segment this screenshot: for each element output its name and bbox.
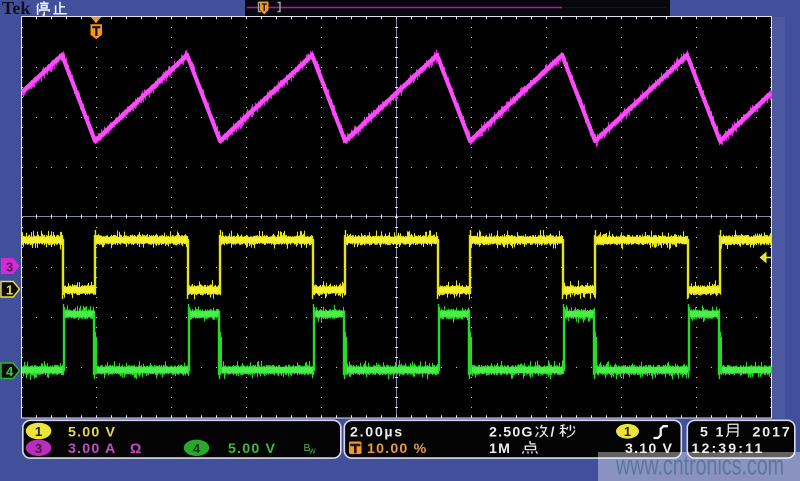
svg-text:1: 1 xyxy=(716,425,724,441)
svg-text:4: 4 xyxy=(6,364,14,379)
svg-text:2.00µs: 2.00µs xyxy=(350,425,404,441)
svg-text:3.00 A: 3.00 A xyxy=(68,441,116,457)
svg-text:Ω: Ω xyxy=(130,441,141,457)
svg-text:2017: 2017 xyxy=(753,425,792,441)
svg-text:W: W xyxy=(309,449,316,456)
svg-text:5.00 V: 5.00 V xyxy=(68,425,116,441)
svg-text:1: 1 xyxy=(6,283,13,298)
svg-text:3: 3 xyxy=(6,260,13,275)
svg-text:5.00 V: 5.00 V xyxy=(228,441,276,457)
svg-text:1: 1 xyxy=(35,424,42,439)
svg-text:/: / xyxy=(551,425,555,441)
svg-text:www.cntronics.com: www.cntronics.com xyxy=(615,450,784,481)
svg-text:2.50G: 2.50G xyxy=(489,425,534,441)
svg-text:1: 1 xyxy=(624,425,631,439)
svg-text:Tek: Tek xyxy=(2,0,30,18)
svg-text:1M: 1M xyxy=(489,441,511,457)
svg-text:3: 3 xyxy=(35,441,42,456)
svg-text:4: 4 xyxy=(193,441,201,456)
svg-text:10.00 %: 10.00 % xyxy=(367,441,427,457)
svg-text:5: 5 xyxy=(700,425,708,441)
